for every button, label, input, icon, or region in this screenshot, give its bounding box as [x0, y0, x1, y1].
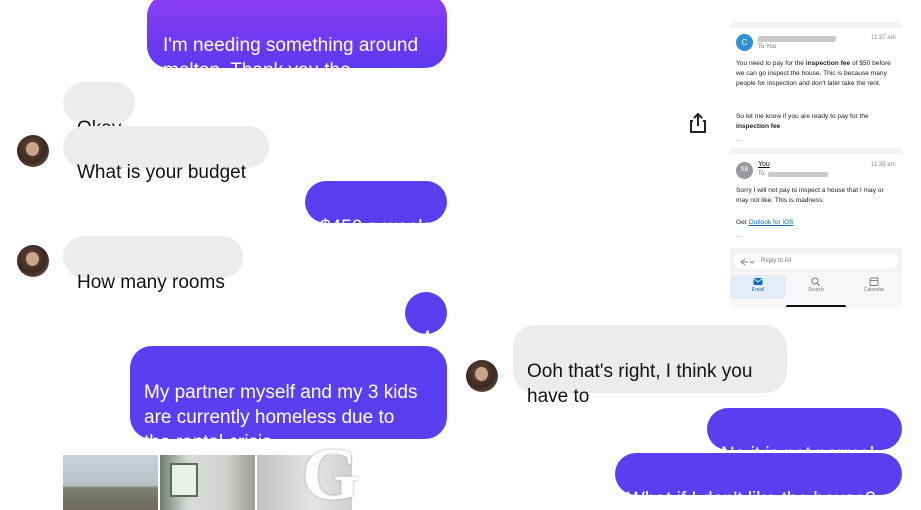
photo-thumbnail-exterior[interactable] — [63, 455, 158, 510]
message-text: How many rooms — [77, 272, 225, 293]
email-body-2: So let me know if you are ready to pay f… — [736, 112, 894, 132]
email-message-1[interactable]: C To You 11:37 am You need to pay for th… — [730, 28, 902, 148]
sender-name: You — [758, 161, 770, 168]
message-bubble-budget-question[interactable]: What is your budget — [63, 126, 269, 183]
outlook-link[interactable]: Outlook for iOS — [748, 219, 793, 226]
tab-email[interactable]: Email — [730, 275, 786, 299]
tab-label: Calendar — [863, 287, 885, 293]
signature-prefix: Get — [736, 219, 749, 226]
contact-avatar[interactable] — [466, 360, 498, 392]
more-dots[interactable]: ... — [736, 232, 742, 239]
window-shape — [170, 463, 198, 497]
message-text: My partner myself and my 3 kids are curr… — [144, 382, 418, 453]
redacted-recipient — [768, 172, 828, 177]
email-message-2[interactable]: SB You To 11:39 am Sorry I will not pay … — [730, 154, 902, 248]
message-bubble-okay[interactable]: Okay — [63, 82, 135, 139]
body-text: You need to pay for the — [736, 60, 806, 67]
mail-icon — [753, 278, 763, 285]
signature: Get Outlook for iOS — [736, 218, 894, 228]
share-icon[interactable] — [687, 112, 709, 134]
home-indicator — [786, 305, 846, 307]
message-bubble-dont-like[interactable]: What if I don't like the house? — [615, 453, 902, 510]
calendar-icon — [869, 277, 879, 286]
body-text: So let me know if you are ready to pay f… — [736, 113, 869, 120]
search-icon — [811, 277, 821, 286]
message-text: What if I don't like the house? — [627, 489, 876, 510]
message-text: I'm needing something around melton. Tha… — [163, 35, 419, 81]
email-time: 11:37 am — [871, 35, 896, 41]
contact-avatar[interactable] — [17, 245, 49, 277]
sender-avatar: C — [736, 34, 753, 51]
message-bubble-rooms-question[interactable]: How many rooms — [63, 236, 243, 293]
tab-calendar[interactable]: Calendar — [846, 275, 902, 299]
reply-icon — [740, 258, 754, 266]
body-bold: inspection fee — [736, 123, 781, 130]
contact-avatar[interactable] — [17, 135, 49, 167]
message-text: What is your budget — [77, 162, 246, 183]
reply-placeholder: Reply to All — [761, 258, 792, 264]
recipient-label: To — [758, 171, 765, 177]
message-bubble-melton[interactable]: I'm needing something around melton. Tha… — [147, 0, 447, 81]
message-bubble-answer[interactable]: Ooh that's right, I think you have to — [513, 325, 787, 407]
tab-search[interactable]: Search — [788, 275, 844, 299]
message-text: $450 a week — [320, 217, 428, 238]
email-body: You need to pay for the inspection fee o… — [736, 59, 894, 89]
message-bubble-not-normal[interactable]: No it is not normal. — [707, 408, 902, 465]
more-dots[interactable]: ... — [736, 136, 742, 143]
body-bold: inspection fee — [805, 60, 851, 67]
message-bubble-rooms-answer[interactable]: 4 — [405, 292, 447, 349]
redacted-sender — [758, 36, 836, 42]
email-body: Sorry I will not pay to inspect a house … — [736, 187, 884, 204]
email-tab-bar: Email Search Calendar — [730, 272, 902, 309]
watermark-logo: G — [302, 434, 360, 510]
email-screenshot: C To You 11:37 am You need to pay for th… — [730, 22, 902, 309]
message-text: Ooh that's right, I think you have to — [527, 361, 753, 407]
reply-bar[interactable]: Reply to All — [734, 254, 898, 269]
tab-label: Search — [808, 287, 824, 293]
photo-thumbnail-interior[interactable] — [160, 455, 255, 510]
sender-avatar: SB — [736, 162, 753, 179]
left-chat-panel: I'm needing something around melton. Tha… — [0, 0, 455, 510]
recipient-label: To You — [758, 44, 777, 50]
tab-label: Email — [751, 287, 765, 293]
message-bubble-budget-answer[interactable]: $450 a week — [305, 181, 447, 238]
message-bubble-family[interactable]: My partner myself and my 3 kids are curr… — [130, 346, 447, 453]
email-time: 11:39 am — [871, 162, 896, 168]
